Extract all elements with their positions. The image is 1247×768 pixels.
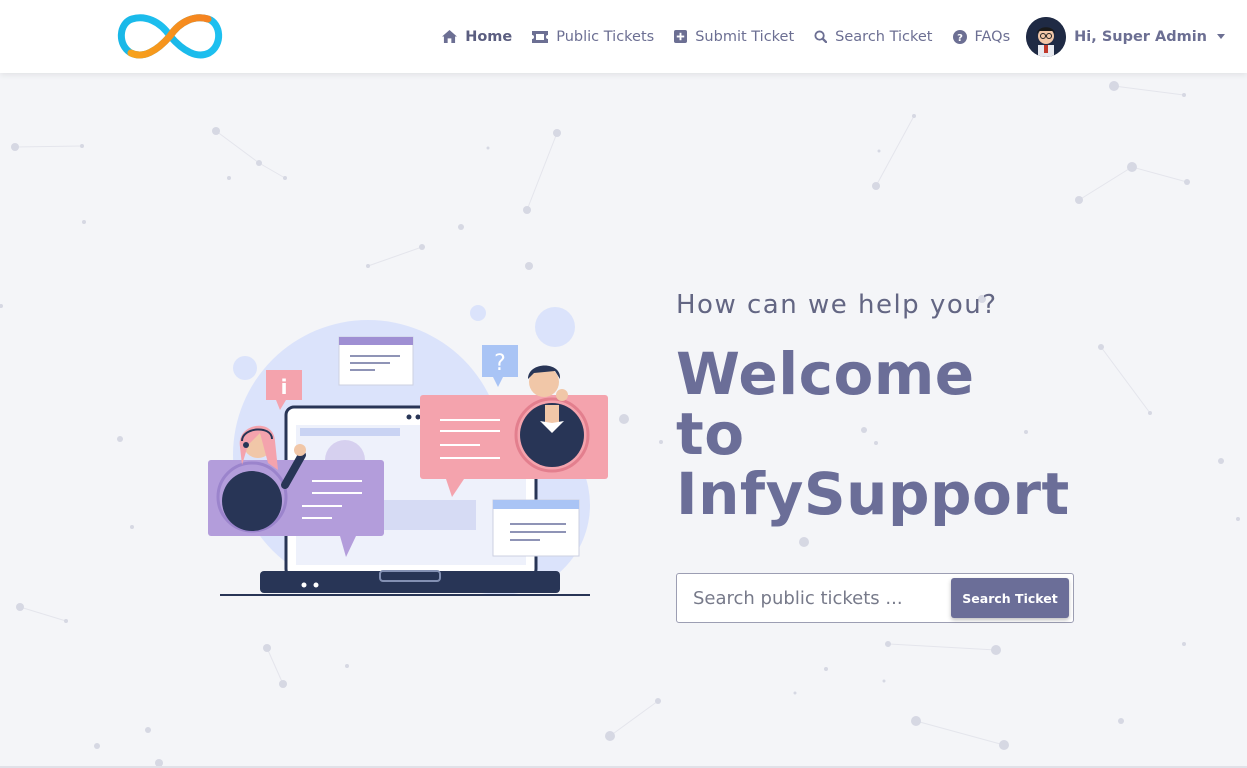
- top-navbar: Home Public Tickets Submit Ticket Search…: [0, 0, 1247, 73]
- home-icon: [442, 30, 458, 43]
- nav-search-ticket[interactable]: Search Ticket: [814, 28, 933, 45]
- nav-public-tickets[interactable]: Public Tickets: [532, 29, 654, 45]
- hero-title-line2: to: [676, 400, 745, 468]
- nav-submit-ticket[interactable]: Submit Ticket: [674, 29, 794, 45]
- hero-title-line1: Welcome: [676, 340, 975, 408]
- nav-home[interactable]: Home: [442, 29, 512, 45]
- user-greeting: Hi, Super Admin: [1074, 28, 1207, 45]
- avatar: [1026, 16, 1067, 57]
- nav-home-label: Home: [465, 28, 513, 45]
- support-illustration: i ?: [208, 305, 608, 596]
- floating-window-bottom: [492, 499, 580, 557]
- ticket-icon: [532, 30, 549, 43]
- svg-text:?: ?: [494, 351, 506, 376]
- floating-window-top: [338, 336, 414, 386]
- svg-text:i: i: [281, 375, 288, 399]
- public-ticket-search: Search Ticket: [676, 573, 1074, 623]
- search-input[interactable]: [678, 575, 948, 621]
- hero-title-line3: InfySupport: [676, 460, 1070, 528]
- nav-submit-ticket-label: Submit Ticket: [695, 28, 795, 45]
- nav-faqs[interactable]: ? FAQs: [952, 28, 1011, 45]
- question-circle-icon: ?: [952, 29, 967, 44]
- search-ticket-button[interactable]: Search Ticket: [951, 578, 1069, 618]
- chevron-down-icon: [1217, 34, 1225, 39]
- search-icon: [814, 30, 828, 43]
- nav-faqs-label: FAQs: [974, 28, 1011, 45]
- hero-subtitle: How can we help you?: [676, 290, 998, 320]
- nav-links: Home Public Tickets Submit Ticket Search…: [422, 0, 1225, 73]
- nav-search-ticket-label: Search Ticket: [835, 28, 933, 45]
- plus-square-icon: [674, 30, 688, 43]
- hero-section: How can we help you? Welcome to InfySupp…: [676, 290, 1096, 524]
- svg-text:?: ?: [957, 33, 963, 44]
- user-avatar-icon: [1026, 16, 1067, 57]
- user-menu-dropdown[interactable]: Hi, Super Admin: [1026, 16, 1225, 57]
- infinity-logo-icon[interactable]: [115, 9, 225, 63]
- question-bubble-icon: ?: [482, 345, 518, 387]
- hero-title: Welcome to InfySupport: [676, 344, 1096, 524]
- nav-public-tickets-label: Public Tickets: [556, 28, 655, 45]
